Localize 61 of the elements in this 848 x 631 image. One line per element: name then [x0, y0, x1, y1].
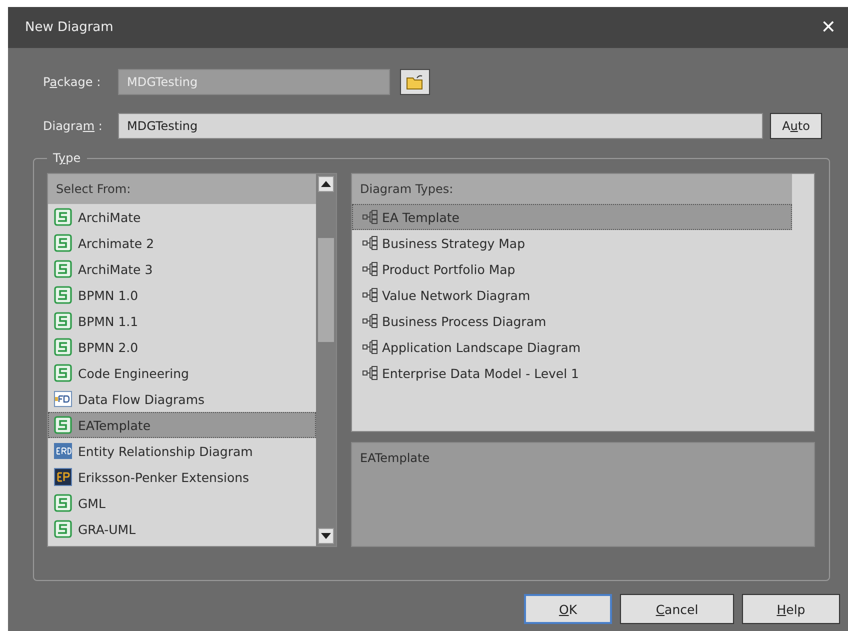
technology-icon [54, 234, 72, 252]
browse-button[interactable] [400, 69, 430, 95]
scrollbar-thumb[interactable] [318, 238, 334, 342]
diagram-type-item[interactable]: Business Process Diagram [352, 308, 792, 334]
technology-item[interactable]: BPMN 2.0 [48, 334, 316, 360]
diagram-icon [362, 210, 378, 224]
dialog-button[interactable]: Help [742, 594, 840, 624]
technology-item[interactable]: Archimate 2 [48, 230, 316, 256]
type-legend: Type [47, 151, 87, 165]
technology-item[interactable]: GRA-UML [48, 516, 316, 542]
up-arrow-icon [321, 181, 331, 187]
technology-icon [54, 416, 72, 434]
package-label: Package : [43, 75, 102, 89]
technology-icon [54, 208, 72, 226]
dialog-button[interactable]: Cancel [620, 594, 734, 624]
folder-icon [406, 74, 424, 90]
technology-icon [54, 338, 72, 356]
technology-item[interactable]: BPMN 1.1 [48, 308, 316, 334]
technology-item[interactable]: Data Flow Diagrams [48, 386, 316, 412]
technology-item[interactable]: GML [48, 490, 316, 516]
diagram-name-field[interactable]: MDGTesting [118, 113, 763, 139]
diagram-icon [362, 236, 378, 250]
diagram-type-item[interactable]: EA Template [352, 204, 792, 230]
diagram-icon [362, 366, 378, 380]
auto-button[interactable]: Auto [770, 113, 822, 139]
dialog-button[interactable]: OK [524, 594, 612, 624]
technology-item[interactable]: Eriksson-Penker Extensions [48, 464, 316, 490]
diagram-icon [362, 340, 378, 354]
window-title: New Diagram [25, 20, 114, 35]
list-header: Select From: [48, 174, 316, 204]
list-header: Diagram Types: [352, 174, 792, 204]
technology-item[interactable]: ArchiMate [48, 204, 316, 230]
technology-icon [54, 364, 72, 382]
technology-item[interactable]: Entity Relationship Diagram [48, 438, 316, 464]
diagram-icon [362, 262, 378, 276]
technology-icon [54, 286, 72, 304]
diagram-icon [362, 314, 378, 328]
scroll-up-button[interactable] [318, 176, 334, 192]
diagram-type-item[interactable]: Business Strategy Map [352, 230, 792, 256]
technology-item[interactable]: ArchiMate 3 [48, 256, 316, 282]
erd-icon [54, 442, 72, 460]
diagram-type-item[interactable]: Application Landscape Diagram [352, 334, 792, 360]
technology-item[interactable]: EATemplate [48, 412, 316, 438]
technology-icon [54, 520, 72, 538]
diagram-icon [362, 288, 378, 302]
diagram-type-item[interactable]: Product Portfolio Map [352, 256, 792, 282]
description-text: EATemplate [360, 451, 430, 465]
technology-item[interactable]: Code Engineering [48, 360, 316, 386]
down-arrow-icon [321, 533, 331, 539]
scrollbar[interactable] [316, 174, 336, 546]
scroll-down-button[interactable] [318, 528, 334, 544]
technology-icon [54, 494, 72, 512]
ep-icon [54, 468, 72, 486]
diagram-type-item[interactable]: Value Network Diagram [352, 282, 792, 308]
dfd-icon [54, 390, 72, 408]
technology-item[interactable]: BPMN 1.0 [48, 282, 316, 308]
diagram-type-item[interactable]: Enterprise Data Model - Level 1 [352, 360, 792, 386]
close-button[interactable]: ✕ [820, 17, 836, 38]
diagram-label: Diagram : [43, 119, 104, 133]
technology-icon [54, 260, 72, 278]
technology-icon [54, 312, 72, 330]
